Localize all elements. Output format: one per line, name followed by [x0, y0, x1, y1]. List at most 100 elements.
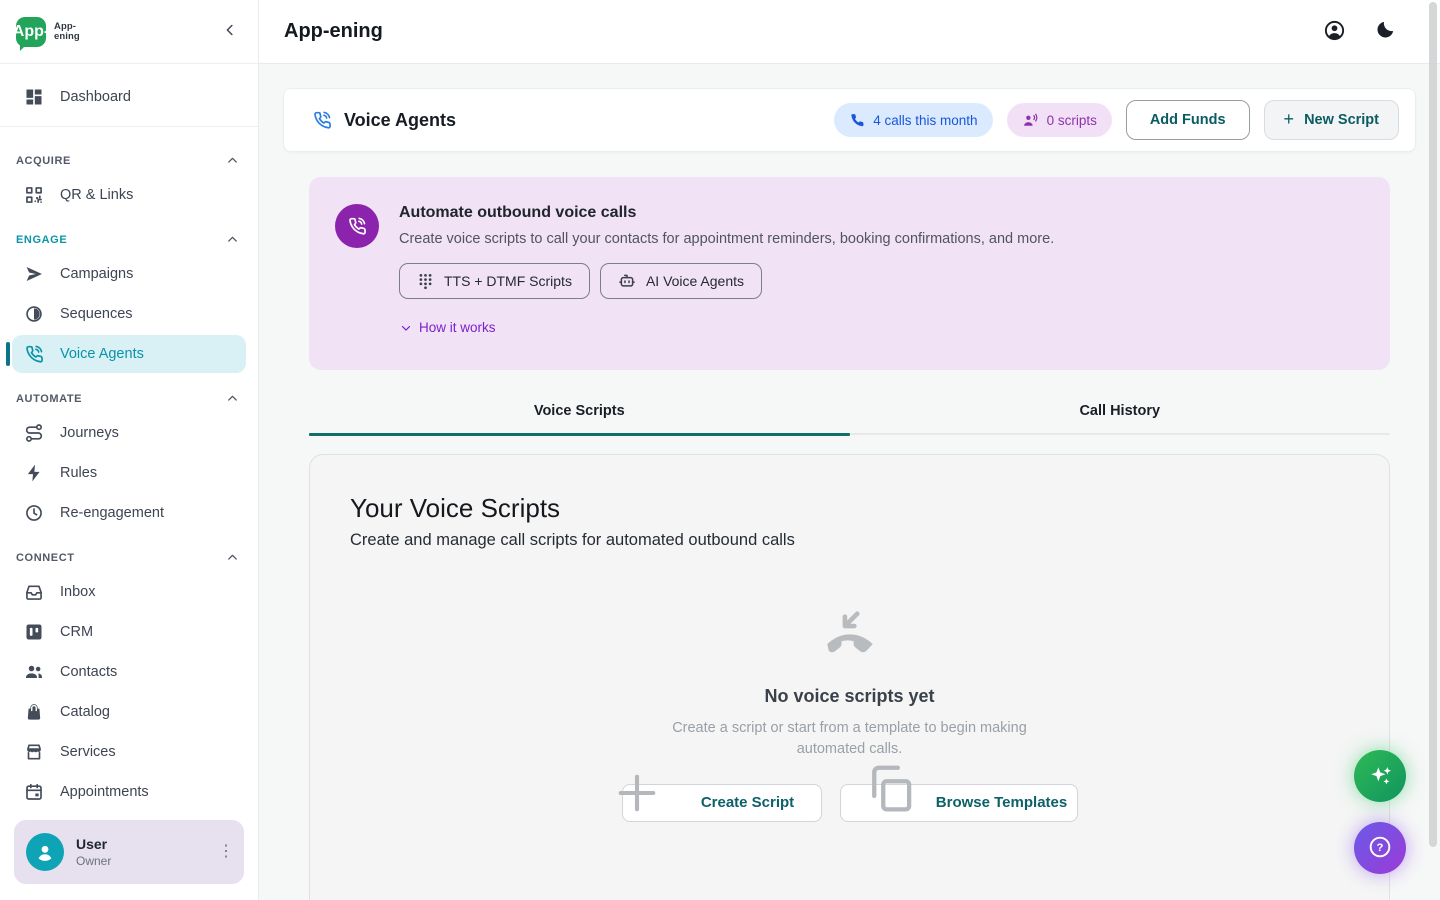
sidebar-item-sequences[interactable]: Sequences [12, 295, 246, 333]
app-window: App- App- ening DashboardACQUIREQR & Lin… [0, 0, 1440, 900]
send-icon [24, 264, 44, 284]
sidebar-item-label: Dashboard [60, 89, 131, 105]
sidebar-item-appointments[interactable]: Appointments [12, 773, 246, 811]
sidebar-item-voice-agents[interactable]: Voice Agents [12, 335, 246, 373]
sidebar-item-label: Re-engagement [60, 505, 164, 521]
plus-icon [611, 767, 663, 823]
sidebar-item-inbox[interactable]: Inbox [12, 573, 246, 611]
user-meta: User Owner [76, 836, 111, 868]
users-icon [24, 662, 44, 682]
sidebar-section-engage[interactable]: ENGAGE [0, 216, 258, 253]
sidebar-item-label: Appointments [60, 784, 149, 800]
sidebar-item-services[interactable]: Services [12, 733, 246, 771]
main-area: App-ening Voice Agents 4 calls this mont… [259, 0, 1440, 900]
ai-assistant-button[interactable] [1354, 750, 1406, 802]
voice-scripts-panel: Your Voice Scripts Create and manage cal… [309, 454, 1390, 900]
create-script-label: Create Script [701, 794, 794, 811]
topbar-icons [1323, 19, 1396, 45]
tab-underline [850, 433, 1391, 435]
sidebar-divider [0, 126, 258, 127]
help-button[interactable]: ? [1354, 822, 1406, 874]
brand-name-line2: ening [54, 32, 80, 42]
promo-banner: Automate outbound voice calls Create voi… [309, 177, 1390, 370]
sidebar-item-rules[interactable]: Rules [12, 454, 246, 492]
tab-call-history[interactable]: Call History [850, 402, 1391, 436]
tab-underline [309, 433, 850, 436]
chevron-up-icon [225, 391, 240, 406]
sidebar-section-label: CONNECT [16, 552, 75, 564]
sidebar-item-label: Catalog [60, 704, 110, 720]
tab-voice-scripts[interactable]: Voice Scripts [309, 402, 850, 436]
sidebar-item-catalog[interactable]: Catalog [12, 693, 246, 731]
new-script-label: New Script [1304, 112, 1379, 128]
banner-chips: TTS + DTMF Scripts AI Voice Agents [399, 263, 1054, 299]
empty-state: No voice scripts yet Create a script or … [350, 606, 1349, 822]
banner-title: Automate outbound voice calls [399, 204, 1054, 222]
sparkles-icon [1367, 763, 1393, 790]
browse-templates-label: Browse Templates [936, 794, 1067, 811]
badge-4-calls-this-month: 4 calls this month [834, 103, 992, 137]
badge-0-scripts: 0 scripts [1007, 103, 1112, 137]
brand-name: App- ening [54, 22, 80, 41]
how-it-works-label: How it works [419, 320, 496, 335]
phone-call-icon [335, 204, 379, 248]
chevron-up-icon [225, 550, 240, 565]
banner-body: Automate outbound voice calls Create voi… [399, 204, 1054, 340]
sidebar-item-label: Inbox [60, 584, 95, 600]
user-voice-icon [1022, 112, 1039, 129]
sidebar-section-automate[interactable]: AUTOMATE [0, 375, 258, 412]
sidebar-item-qr-links[interactable]: QR & Links [12, 176, 246, 214]
create-script-button[interactable]: Create Script [622, 784, 822, 822]
chip-label: AI Voice Agents [646, 273, 744, 289]
empty-state-title: No voice scripts yet [764, 686, 934, 707]
sidebar-item-campaigns[interactable]: Campaigns [12, 255, 246, 293]
moon-icon [1374, 19, 1396, 44]
user-card[interactable]: User Owner ⋮ [14, 820, 244, 884]
phone-call-icon [24, 344, 44, 364]
sidebar-item-label: Voice Agents [60, 346, 144, 362]
add-funds-button[interactable]: Add Funds [1126, 100, 1250, 140]
sidebar-item-dashboard[interactable]: Dashboard [12, 78, 246, 116]
phone-call-icon [312, 110, 332, 130]
tab-label: Voice Scripts [534, 403, 625, 433]
chip-label: TTS + DTMF Scripts [444, 273, 572, 289]
sidebar: App- App- ening DashboardACQUIREQR & Lin… [0, 0, 259, 900]
sidebar-item-crm[interactable]: CRM [12, 613, 246, 651]
sidebar-section-connect[interactable]: CONNECT [0, 534, 258, 571]
page-title: Voice Agents [344, 110, 456, 131]
empty-state-actions: Create Script Browse Templates [622, 784, 1078, 822]
sidebar-item-contacts[interactable]: Contacts [12, 653, 246, 691]
chevron-up-icon [225, 153, 240, 168]
new-script-button[interactable]: + New Script [1264, 100, 1399, 140]
kebab-menu-icon: ⋮ [218, 843, 234, 860]
user-menu-button[interactable]: ⋮ [218, 844, 234, 860]
sidebar-item-label: Campaigns [60, 266, 133, 282]
scrollbar[interactable] [1429, 2, 1437, 847]
phone-icon [849, 112, 865, 128]
inbox-icon [24, 582, 44, 602]
help-circle-icon: ? [1367, 834, 1393, 863]
chevron-down-icon [399, 321, 413, 335]
sidebar-section-acquire[interactable]: ACQUIRE [0, 137, 258, 174]
sidebar-item-journeys[interactable]: Journeys [12, 414, 246, 452]
sidebar-section-label: AUTOMATE [16, 393, 82, 405]
plus-icon: + [1284, 110, 1295, 128]
sidebar-collapse-button[interactable] [216, 18, 244, 46]
dialpad-icon [417, 272, 434, 290]
account-button[interactable] [1323, 19, 1346, 45]
browse-templates-button[interactable]: Browse Templates [840, 784, 1078, 822]
store-icon [24, 742, 44, 762]
dark-mode-toggle[interactable] [1374, 19, 1396, 44]
chip-ai-voice-agents[interactable]: AI Voice Agents [600, 263, 762, 299]
how-it-works-link[interactable]: How it works [399, 320, 496, 335]
page-content: Voice Agents 4 calls this month 0 scripts… [259, 64, 1440, 900]
sequences-icon [24, 304, 44, 324]
page-actions: 4 calls this month 0 scripts Add Funds + N… [834, 100, 1399, 140]
tabs: Voice Scripts Call History [309, 402, 1390, 436]
page-inner: Automate outbound voice calls Create voi… [309, 177, 1390, 900]
zap-icon [24, 463, 44, 483]
sidebar-item-re-engagement[interactable]: Re-engagement [12, 494, 246, 532]
chip-tts-dtmf-scripts[interactable]: TTS + DTMF Scripts [399, 263, 590, 299]
clock-icon [24, 503, 44, 523]
banner-description: Create voice scripts to call your contac… [399, 231, 1054, 247]
